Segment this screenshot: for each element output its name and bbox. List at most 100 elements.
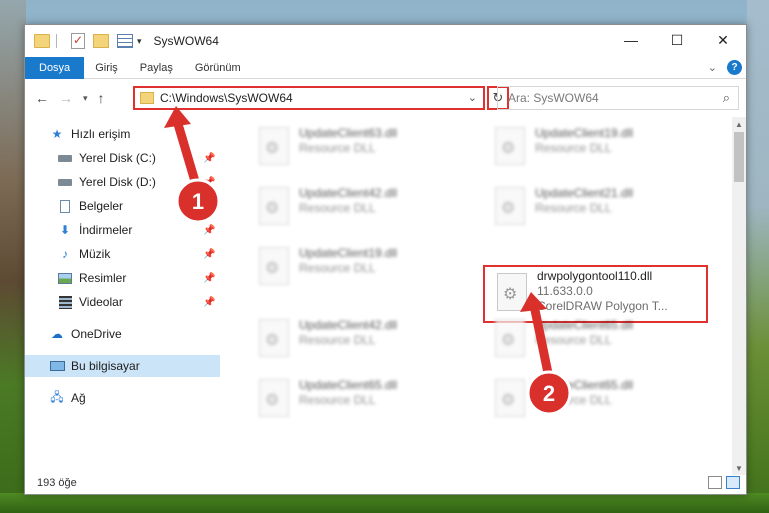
pictures-icon	[57, 271, 73, 285]
search-input[interactable]: Ara: SysWOW64	[508, 91, 599, 105]
sidebar-item-onedrive[interactable]: ☁ OneDrive	[25, 323, 220, 345]
scroll-up-arrow-icon[interactable]: ▲	[732, 117, 746, 131]
forward-arrow-icon[interactable]: →	[59, 90, 73, 106]
file-item[interactable]: UpdateClient42.dllResource DLL	[247, 179, 472, 235]
expand-ribbon-chevron-icon[interactable]: ⌄	[708, 61, 717, 74]
folder-icon	[140, 92, 154, 104]
address-history-chevron-icon[interactable]: ⌄	[468, 91, 477, 104]
file-name: UpdateClient65.dll	[535, 378, 634, 392]
file-item[interactable]: UpdateClient19.dllResource DLL	[483, 119, 708, 175]
tab-share[interactable]: Paylaş	[129, 62, 184, 74]
pin-icon[interactable]: 📌	[203, 249, 215, 260]
sidebar-item-label: Yerel Disk (D:)	[79, 175, 156, 189]
tab-home[interactable]: Giriş	[84, 62, 129, 74]
desktop-background-right	[747, 0, 769, 513]
pin-icon[interactable]: 📌	[203, 225, 215, 236]
pin-icon[interactable]: 📌	[203, 153, 215, 164]
close-button[interactable]: ✕	[700, 25, 746, 55]
sidebar-item-network[interactable]: 🖧 Ağ	[25, 387, 220, 409]
minimize-button[interactable]: —	[608, 25, 654, 55]
view-icon[interactable]	[117, 34, 133, 48]
navigation-pane: ★ Hızlı erişim Yerel Disk (C:) 📌 Yerel D…	[25, 117, 220, 475]
sidebar-item-label: Bu bilgisayar	[71, 359, 140, 373]
pin-icon[interactable]: 📌	[203, 201, 215, 212]
dll-file-icon	[497, 273, 527, 311]
file-item[interactable]: UpdateClient65.dllResource DLL	[483, 311, 708, 367]
sidebar-item-label: İndirmeler	[79, 223, 133, 237]
recent-locations-chevron-icon[interactable]: ▾	[83, 93, 88, 104]
status-bar: 193 öğe	[25, 472, 746, 494]
dll-file-icon	[259, 379, 289, 417]
file-name: UpdateClient65.dll	[535, 318, 634, 332]
address-bar[interactable]: C:\Windows\SysWOW64 ⌄	[133, 86, 485, 110]
pin-icon[interactable]: 📌	[203, 177, 215, 188]
properties-icon[interactable]	[71, 33, 85, 49]
sidebar-item-label: Belgeler	[79, 199, 124, 213]
sidebar-item-label: OneDrive	[71, 327, 122, 341]
file-type: Resource DLL	[535, 141, 612, 155]
file-version: 11.633.0.0	[537, 284, 593, 298]
sidebar-item-local-disk-d[interactable]: Yerel Disk (D:) 📌	[25, 171, 220, 193]
file-item[interactable]: UpdateClient63.dllResource DLL	[247, 119, 472, 175]
music-icon: ♪	[62, 247, 68, 261]
view-switcher	[708, 476, 740, 489]
title-bar: ▾ SysWOW64 — ☐ ✕	[25, 25, 746, 57]
sidebar-item-label: Videolar	[79, 295, 123, 309]
sidebar-item-local-disk-c[interactable]: Yerel Disk (C:) 📌	[25, 147, 220, 169]
sidebar-item-pictures[interactable]: Resimler 📌	[25, 267, 220, 289]
file-item[interactable]: UpdateClient21.dllResource DLL	[483, 179, 708, 235]
ribbon-controls: ⌄ ?	[708, 60, 742, 75]
file-type: Resource DLL	[299, 201, 376, 215]
pin-icon[interactable]: 📌	[203, 297, 215, 308]
file-item[interactable]: UpdateClient19.dllResource DLL	[247, 239, 472, 295]
new-folder-icon[interactable]	[93, 34, 109, 48]
file-name: UpdateClient19.dll	[299, 246, 398, 260]
search-box[interactable]: Ara: SysWOW64 ⌕	[497, 86, 739, 110]
file-item[interactable]: UpdateClient65.dllResource DLL	[247, 371, 472, 427]
sidebar-item-videos[interactable]: Videolar 📌	[25, 291, 220, 313]
file-type: Resource DLL	[535, 333, 612, 347]
sidebar-item-this-pc[interactable]: Bu bilgisayar	[25, 355, 220, 377]
item-count: 193 öğe	[37, 477, 77, 489]
sidebar-item-quick-access[interactable]: ★ Hızlı erişim	[25, 123, 220, 145]
pin-icon[interactable]: 📌	[203, 273, 215, 284]
file-view: UpdateClient63.dllResource DLL UpdateCli…	[221, 117, 734, 475]
sidebar-item-music[interactable]: ♪ Müzik 📌	[25, 243, 220, 265]
sidebar-item-label: Yerel Disk (C:)	[79, 151, 156, 165]
up-arrow-icon[interactable]: ↑	[98, 90, 105, 106]
dll-file-icon	[259, 319, 289, 357]
maximize-button[interactable]: ☐	[654, 25, 700, 55]
window-title: SysWOW64	[153, 34, 219, 48]
tab-view[interactable]: Görünüm	[184, 62, 252, 74]
window-controls: — ☐ ✕	[608, 25, 746, 55]
vertical-scrollbar[interactable]: ▲ ▼	[732, 117, 746, 475]
file-type: Resource DLL	[299, 141, 376, 155]
sidebar-item-label: Ağ	[71, 391, 86, 405]
tab-file[interactable]: Dosya	[25, 56, 85, 79]
sidebar-item-label: Müzik	[79, 247, 111, 261]
cloud-icon: ☁	[51, 327, 63, 341]
large-icons-view-icon[interactable]	[726, 476, 740, 489]
download-icon: ⬇	[59, 223, 71, 237]
sidebar-item-documents[interactable]: Belgeler 📌	[25, 195, 220, 217]
back-arrow-icon[interactable]: ←	[35, 90, 49, 106]
dll-file-icon	[495, 379, 525, 417]
customize-toolbar-chevron-icon[interactable]: ▾	[137, 36, 142, 47]
file-name: UpdateClient65.dll	[299, 378, 398, 392]
file-item[interactable]: UpdateClient42.dllResource DLL	[247, 311, 472, 367]
file-type: Resource DLL	[535, 201, 612, 215]
document-icon	[57, 199, 73, 213]
desktop-background-bottom	[0, 493, 769, 513]
search-icon[interactable]: ⌕	[723, 90, 730, 106]
navigation-bar: ← → ▾ ↑ C:\Windows\SysWOW64 ⌄ ↻ Ara: Sys…	[25, 79, 746, 117]
network-icon: 🖧	[50, 389, 64, 404]
address-path[interactable]: C:\Windows\SysWOW64	[160, 91, 293, 105]
star-icon: ★	[51, 127, 63, 141]
computer-icon	[49, 359, 65, 373]
details-view-icon[interactable]	[708, 476, 722, 489]
help-button[interactable]: ?	[727, 60, 742, 75]
file-item[interactable]: UpdateClient65.dllResource DLL	[483, 371, 708, 427]
sidebar-item-downloads[interactable]: ⬇ İndirmeler 📌	[25, 219, 220, 241]
scrollbar-thumb[interactable]	[734, 132, 744, 182]
sidebar-item-label: Resimler	[79, 271, 127, 285]
